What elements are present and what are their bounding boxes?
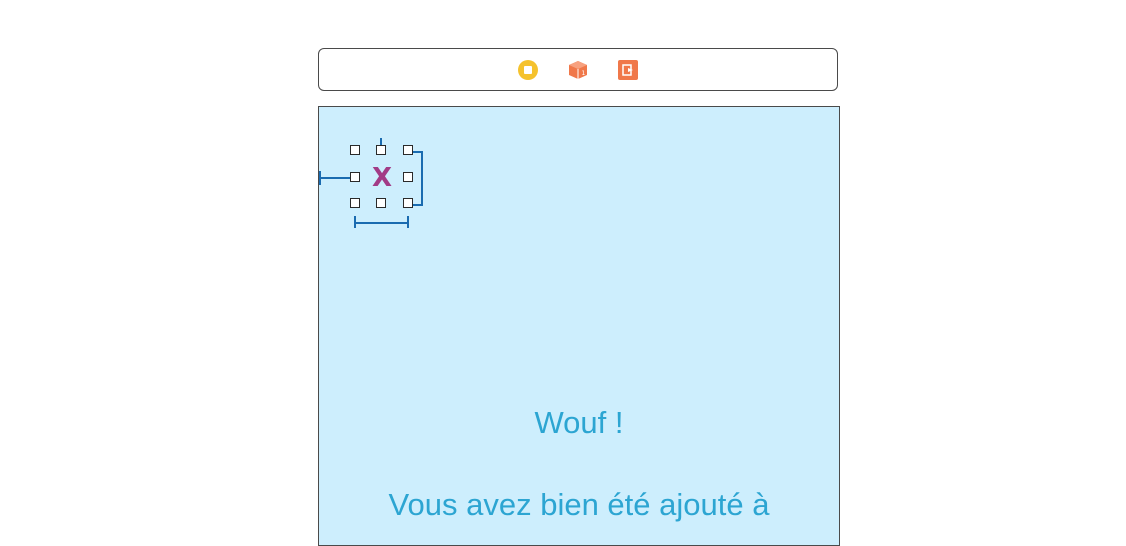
resize-handle-bottom[interactable] [376, 198, 386, 208]
width-constraint-right-cap [407, 216, 409, 228]
first-responder-icon[interactable]: 1 [567, 59, 589, 81]
width-constraint[interactable] [354, 222, 408, 224]
svg-text:1: 1 [582, 70, 586, 77]
scene-dock: 1 [318, 48, 838, 91]
resize-handle-right[interactable] [403, 172, 413, 182]
added-label[interactable]: Vous avez bien été ajouté à [319, 487, 839, 523]
resize-handle-bottom-right[interactable] [403, 198, 413, 208]
height-constraint[interactable] [421, 151, 423, 205]
leading-constraint-cap [319, 171, 321, 185]
resize-handle-top-left[interactable] [350, 145, 360, 155]
width-constraint-left-cap [354, 216, 356, 228]
close-button[interactable]: X [370, 163, 394, 193]
resize-handle-top[interactable] [376, 145, 386, 155]
top-constraint[interactable] [380, 138, 382, 145]
resize-handle-bottom-left[interactable] [350, 198, 360, 208]
exit-icon[interactable] [617, 59, 639, 81]
view-controller-icon[interactable] [517, 59, 539, 81]
leading-constraint[interactable] [319, 177, 350, 179]
height-constraint-bottom-cap [413, 204, 423, 206]
woof-label[interactable]: Wouf ! [319, 405, 839, 441]
scene-dock-icons: 1 [319, 49, 837, 90]
resize-handle-left[interactable] [350, 172, 360, 182]
resize-handle-top-right[interactable] [403, 145, 413, 155]
view-canvas: X Wouf ! Vous avez bien été ajouté à [318, 106, 840, 546]
